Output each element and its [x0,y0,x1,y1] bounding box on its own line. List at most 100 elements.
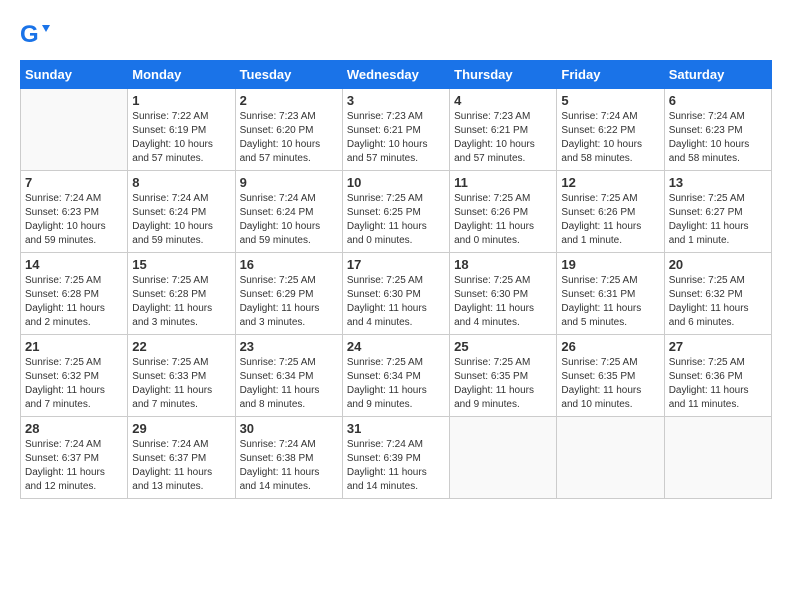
calendar-cell: 6 Sunrise: 7:24 AMSunset: 6:23 PMDaylight… [664,89,771,171]
calendar-cell: 22 Sunrise: 7:25 AMSunset: 6:33 PMDayligh… [128,335,235,417]
day-info: Sunrise: 7:25 AMSunset: 6:30 PMDaylight:… [454,274,552,330]
weekday-header-wednesday: Wednesday [342,61,449,89]
calendar-cell: 26Sunrise: 7:25 AMSunset: 6:35 PMDayligh… [557,335,664,417]
calendar-cell: 27Sunrise: 7:25 AMSunset: 6:36 PMDayligh… [664,335,771,417]
day-number: 22 [132,339,230,354]
calendar-week-3: 21Sunrise: 7:25 AMSunset: 6:32 PMDayligh… [21,335,772,417]
day-number: 26 [561,339,659,354]
calendar-cell: 19 Sunrise: 7:25 AMSunset: 6:31 PMDayligh… [557,253,664,335]
day-number: 23 [240,339,338,354]
calendar-cell: 30 Sunrise: 7:24 AMSunset: 6:38 PMDayligh… [235,417,342,499]
calendar-cell: 29 Sunrise: 7:24 AMSunset: 6:37 PMDayligh… [128,417,235,499]
day-info: Sunrise: 7:24 AMSunset: 6:23 PMDaylight:… [25,192,123,248]
day-number: 19 [561,257,659,272]
weekday-header-friday: Friday [557,61,664,89]
calendar-cell: 31 Sunrise: 7:24 AMSunset: 6:39 PMDayligh… [342,417,449,499]
weekday-header-tuesday: Tuesday [235,61,342,89]
day-number: 16 [240,257,338,272]
page-header: G [20,20,772,50]
day-info: Sunrise: 7:25 AMSunset: 6:34 PMDaylight:… [347,356,445,412]
logo: G [20,20,54,50]
day-info: Sunrise: 7:23 AMSunset: 6:20 PMDaylight:… [240,110,338,166]
day-number: 3 [347,93,445,108]
calendar-cell: 25 Sunrise: 7:25 AMSunset: 6:35 PMDayligh… [450,335,557,417]
day-number: 8 [132,175,230,190]
calendar-cell: 7Sunrise: 7:24 AMSunset: 6:23 PMDaylight… [21,171,128,253]
day-info: Sunrise: 7:25 AMSunset: 6:35 PMDaylight:… [454,356,552,412]
calendar-cell [21,89,128,171]
calendar-cell: 11 Sunrise: 7:25 AMSunset: 6:26 PMDayligh… [450,171,557,253]
day-number: 14 [25,257,123,272]
day-number: 24 [347,339,445,354]
day-number: 5 [561,93,659,108]
calendar-cell: 20 Sunrise: 7:25 AMSunset: 6:32 PMDayligh… [664,253,771,335]
day-info: Sunrise: 7:24 AMSunset: 6:24 PMDaylight:… [132,192,230,248]
weekday-header-sunday: Sunday [21,61,128,89]
calendar-cell: 18 Sunrise: 7:25 AMSunset: 6:30 PMDayligh… [450,253,557,335]
day-number: 6 [669,93,767,108]
calendar-cell: 21Sunrise: 7:25 AMSunset: 6:32 PMDayligh… [21,335,128,417]
day-info: Sunrise: 7:24 AMSunset: 6:23 PMDaylight:… [669,110,767,166]
calendar-week-2: 14 Sunrise: 7:25 AMSunset: 6:28 PMDayligh… [21,253,772,335]
day-number: 31 [347,421,445,436]
calendar-cell: 23 Sunrise: 7:25 AMSunset: 6:34 PMDayligh… [235,335,342,417]
day-info: Sunrise: 7:25 AMSunset: 6:27 PMDaylight:… [669,192,767,248]
calendar-cell: 10 Sunrise: 7:25 AMSunset: 6:25 PMDayligh… [342,171,449,253]
calendar-cell: 14 Sunrise: 7:25 AMSunset: 6:28 PMDayligh… [21,253,128,335]
calendar-cell: 3 Sunrise: 7:23 AMSunset: 6:21 PMDaylight… [342,89,449,171]
weekday-header-monday: Monday [128,61,235,89]
day-number: 11 [454,175,552,190]
calendar-cell: 24 Sunrise: 7:25 AMSunset: 6:34 PMDayligh… [342,335,449,417]
day-number: 17 [347,257,445,272]
day-info: Sunrise: 7:24 AMSunset: 6:39 PMDaylight:… [347,438,445,494]
svg-text:G: G [20,21,39,48]
calendar-table: SundayMondayTuesdayWednesdayThursdayFrid… [20,60,772,499]
day-info: Sunrise: 7:25 AMSunset: 6:32 PMDaylight:… [669,274,767,330]
day-number: 15 [132,257,230,272]
calendar-cell: 16 Sunrise: 7:25 AMSunset: 6:29 PMDayligh… [235,253,342,335]
calendar-cell: 8 Sunrise: 7:24 AMSunset: 6:24 PMDaylight… [128,171,235,253]
logo-icon: G [20,20,50,50]
calendar-cell: 28 Sunrise: 7:24 AMSunset: 6:37 PMDayligh… [21,417,128,499]
day-number: 4 [454,93,552,108]
calendar-cell: 1 Sunrise: 7:22 AMSunset: 6:19 PMDaylight… [128,89,235,171]
day-info: Sunrise: 7:22 AMSunset: 6:19 PMDaylight:… [132,110,230,166]
day-info: Sunrise: 7:23 AMSunset: 6:21 PMDaylight:… [454,110,552,166]
day-info: Sunrise: 7:23 AMSunset: 6:21 PMDaylight:… [347,110,445,166]
calendar-cell: 12Sunrise: 7:25 AMSunset: 6:26 PMDayligh… [557,171,664,253]
day-info: Sunrise: 7:25 AMSunset: 6:28 PMDaylight:… [132,274,230,330]
day-number: 21 [25,339,123,354]
weekday-header-row: SundayMondayTuesdayWednesdayThursdayFrid… [21,61,772,89]
calendar-week-1: 7Sunrise: 7:24 AMSunset: 6:23 PMDaylight… [21,171,772,253]
day-info: Sunrise: 7:25 AMSunset: 6:33 PMDaylight:… [132,356,230,412]
day-info: Sunrise: 7:24 AMSunset: 6:38 PMDaylight:… [240,438,338,494]
day-number: 20 [669,257,767,272]
day-info: Sunrise: 7:25 AMSunset: 6:29 PMDaylight:… [240,274,338,330]
day-info: Sunrise: 7:25 AMSunset: 6:31 PMDaylight:… [561,274,659,330]
day-number: 30 [240,421,338,436]
day-number: 27 [669,339,767,354]
calendar-cell: 15 Sunrise: 7:25 AMSunset: 6:28 PMDayligh… [128,253,235,335]
day-number: 1 [132,93,230,108]
day-number: 9 [240,175,338,190]
day-info: Sunrise: 7:24 AMSunset: 6:37 PMDaylight:… [25,438,123,494]
calendar-cell [664,417,771,499]
calendar-cell: 4 Sunrise: 7:23 AMSunset: 6:21 PMDaylight… [450,89,557,171]
day-info: Sunrise: 7:25 AMSunset: 6:34 PMDaylight:… [240,356,338,412]
calendar-cell: 9Sunrise: 7:24 AMSunset: 6:24 PMDaylight… [235,171,342,253]
day-info: Sunrise: 7:25 AMSunset: 6:26 PMDaylight:… [454,192,552,248]
weekday-header-saturday: Saturday [664,61,771,89]
day-number: 25 [454,339,552,354]
day-number: 2 [240,93,338,108]
calendar-cell: 5 Sunrise: 7:24 AMSunset: 6:22 PMDaylight… [557,89,664,171]
day-number: 29 [132,421,230,436]
day-info: Sunrise: 7:24 AMSunset: 6:37 PMDaylight:… [132,438,230,494]
day-info: Sunrise: 7:25 AMSunset: 6:25 PMDaylight:… [347,192,445,248]
day-info: Sunrise: 7:24 AMSunset: 6:22 PMDaylight:… [561,110,659,166]
calendar-cell [450,417,557,499]
day-number: 10 [347,175,445,190]
day-info: Sunrise: 7:25 AMSunset: 6:28 PMDaylight:… [25,274,123,330]
calendar-cell [557,417,664,499]
day-number: 28 [25,421,123,436]
day-number: 18 [454,257,552,272]
